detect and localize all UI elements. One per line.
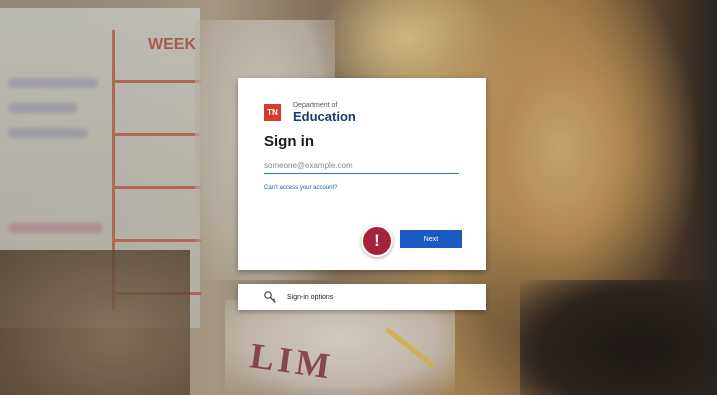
logo-text: Department of Education — [293, 102, 356, 123]
tn-logo-mark: TN — [264, 104, 281, 121]
next-button[interactable]: Next — [400, 230, 462, 248]
tn-education-logo: TN Department of Education — [264, 102, 356, 123]
key-icon — [263, 290, 277, 304]
logo-name: Education — [293, 109, 356, 124]
logo-department: Department of — [293, 102, 338, 109]
signin-card: TN Department of Education Sign in Can't… — [238, 78, 486, 270]
email-field[interactable] — [264, 157, 459, 174]
page-title: Sign in — [264, 133, 314, 150]
signin-options-button[interactable]: Sign-in options — [238, 284, 486, 310]
alert-icon: ! — [361, 225, 393, 257]
signin-options-label: Sign-in options — [287, 293, 334, 301]
cant-access-account-link[interactable]: Can't access your account? — [264, 185, 338, 191]
